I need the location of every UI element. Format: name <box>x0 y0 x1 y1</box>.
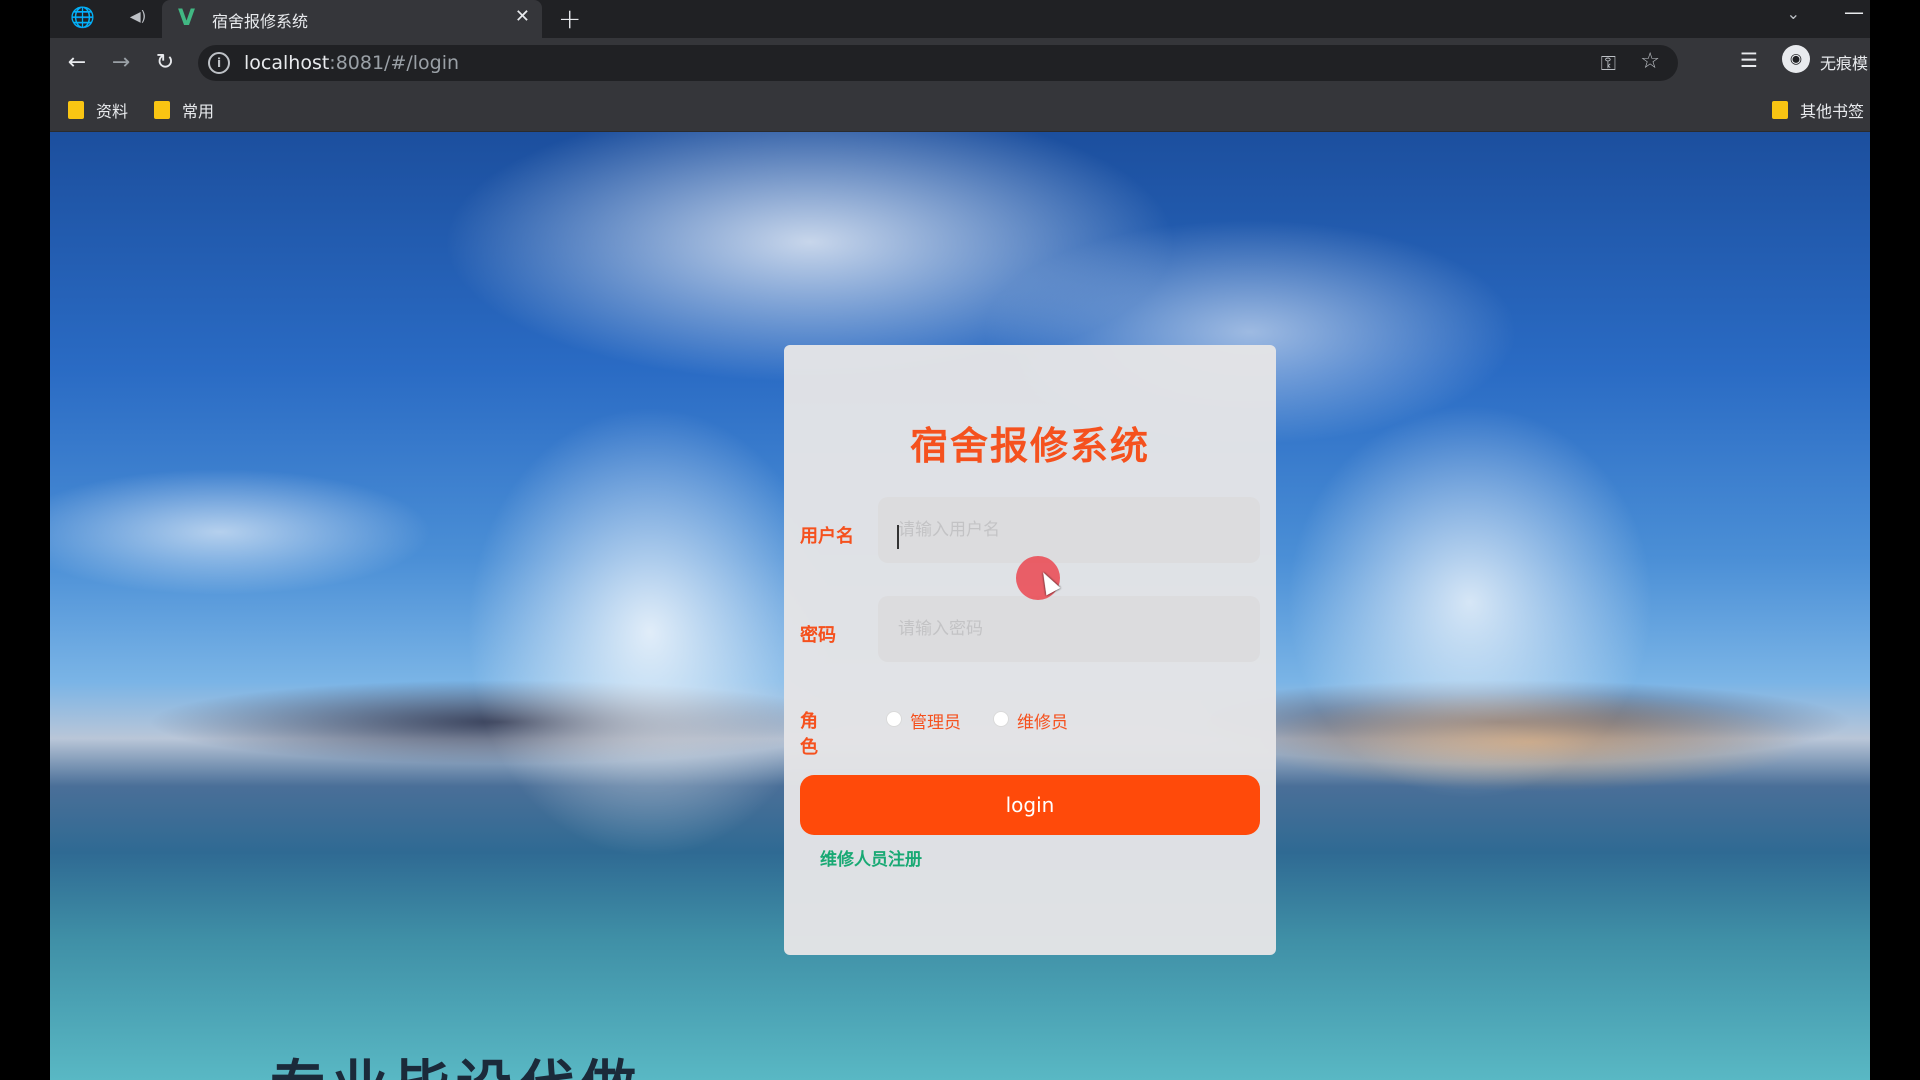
username-label: 用户名 <box>800 526 854 547</box>
browser-toolbar: ← → ↻ i localhost:8081/#/login ⚿ ☆ <box>50 38 1870 88</box>
username-input[interactable] <box>878 497 1260 563</box>
profile-label: 无痕模 <box>1820 54 1869 73</box>
radio-repairman[interactable] <box>993 711 1009 727</box>
chevron-down-icon[interactable]: ⌄ <box>1787 4 1800 23</box>
address-bar[interactable]: i localhost:8081/#/login ⚿ ☆ <box>198 45 1678 81</box>
text-caret <box>897 525 899 549</box>
login-button[interactable]: login <box>800 775 1260 835</box>
login-title: 宿舍报修系统 <box>909 424 1150 468</box>
bookmark-folder-changyong[interactable]: 常用 <box>154 98 214 122</box>
folder-icon <box>1772 101 1788 119</box>
folder-icon <box>68 101 84 119</box>
bookmark-folder-other[interactable]: 其他书签 <box>1772 98 1864 122</box>
reload-icon[interactable]: ↻ <box>150 48 180 78</box>
reading-list-icon[interactable]: ☰ <box>1740 48 1758 72</box>
browser-tab-active[interactable]: V 宿舍报修系统 ✕ <box>162 0 542 38</box>
background-sunset-glow <box>1250 692 1810 792</box>
close-icon[interactable]: ✕ <box>515 6 530 27</box>
info-icon[interactable]: i <box>208 52 230 74</box>
star-icon[interactable]: ☆ <box>1640 49 1660 74</box>
page-viewport: 专业毕设代做 宿舍报修系统 用户名 密码 角色 管理员 维修员 login 维修… <box>50 132 1870 1080</box>
speaker-icon[interactable]: ◀) <box>126 5 150 29</box>
minimize-icon[interactable]: — <box>1844 0 1864 24</box>
incognito-icon: ◉ <box>1782 45 1810 73</box>
password-label: 密码 <box>800 625 836 646</box>
bookmarks-bar: 资料 常用 其他书签 <box>50 88 1870 132</box>
vue-favicon: V <box>178 6 196 31</box>
key-icon[interactable]: ⚿ <box>1601 51 1616 75</box>
background-caption: 专业毕设代做 <box>270 1042 642 1080</box>
globe-icon[interactable]: 🌐 <box>70 5 95 29</box>
folder-icon <box>154 101 170 119</box>
browser-window: 🌐 ◀) V 宿舍报修系统 ✕ + ⌄ — ← → ↻ i localhost:… <box>50 0 1870 1080</box>
tab-title: 宿舍报修系统 <box>212 12 309 31</box>
bookmark-folder-ziliao[interactable]: 资料 <box>68 98 128 122</box>
radio-repairman-label[interactable]: 维修员 <box>1017 708 1068 733</box>
radio-admin[interactable] <box>886 711 902 727</box>
password-input[interactable] <box>878 596 1260 662</box>
forward-icon[interactable]: → <box>106 48 136 78</box>
url-text[interactable]: localhost:8081/#/login <box>244 52 459 74</box>
radio-admin-label[interactable]: 管理员 <box>910 708 961 733</box>
plus-icon[interactable]: + <box>558 2 581 35</box>
role-label: 角色 <box>800 711 818 758</box>
tab-strip: 🌐 ◀) V 宿舍报修系统 ✕ + ⌄ — <box>50 0 1870 38</box>
back-icon[interactable]: ← <box>62 48 92 78</box>
register-link[interactable]: 维修人员注册 <box>820 845 922 870</box>
login-card: 宿舍报修系统 用户名 密码 角色 管理员 维修员 login 维修人员注册 <box>784 345 1276 955</box>
